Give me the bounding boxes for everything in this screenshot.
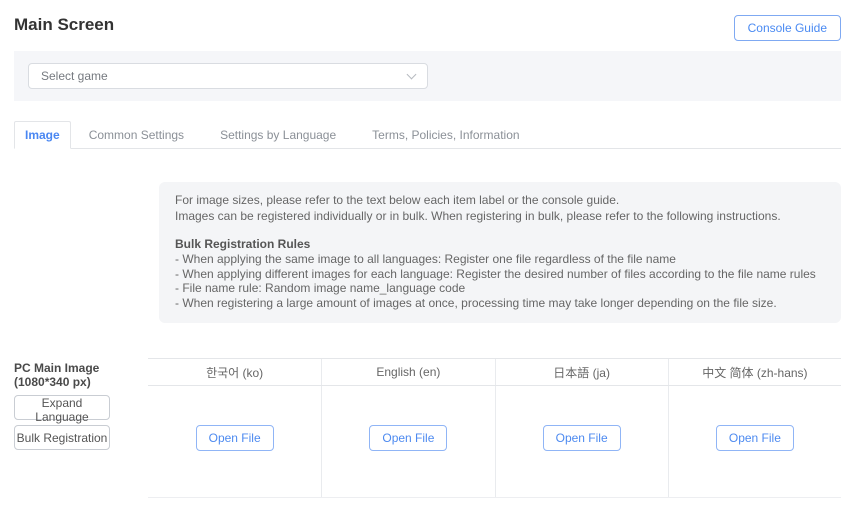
upload-cell-en: Open File	[321, 386, 494, 497]
console-guide-button[interactable]: Console Guide	[734, 15, 841, 41]
chevron-down-icon	[407, 69, 417, 79]
notice-intro: For image sizes, please refer to the tex…	[175, 192, 825, 224]
column-header-zh-hans: 中文 简体 (zh-hans)	[668, 359, 841, 385]
expand-language-button[interactable]: Expand Language	[14, 395, 110, 420]
game-select[interactable]: Select game	[28, 63, 428, 89]
tab-terms-policies-information[interactable]: Terms, Policies, Information	[354, 122, 537, 148]
notice-rule: - File name rule: Random image name_lang…	[175, 281, 825, 296]
topbar: Main Screen Console Guide	[14, 15, 841, 44]
section-label-column: PC Main Image (1080*340 px) Expand Langu…	[14, 358, 148, 498]
upload-cell-ko: Open File	[148, 386, 321, 497]
language-table: 한국어 (ko) English (en) 日本語 (ja) 中文 简体 (zh…	[148, 358, 841, 498]
page-title: Main Screen	[14, 15, 114, 35]
tab-bar: Image Common Settings Settings by Langua…	[14, 122, 841, 149]
notice-rule: - When applying the same image to all la…	[175, 252, 825, 267]
notice-rules: - When applying the same image to all la…	[175, 252, 825, 310]
column-header-en: English (en)	[321, 359, 494, 385]
open-file-button-zh-hans[interactable]: Open File	[716, 425, 794, 451]
main-screen-page: Main Screen Console Guide Select game Im…	[0, 0, 854, 509]
upload-cell-zh-hans: Open File	[668, 386, 841, 497]
tab-settings-by-language[interactable]: Settings by Language	[202, 122, 354, 148]
notice-rules-title: Bulk Registration Rules	[175, 237, 825, 252]
open-file-button-ja[interactable]: Open File	[543, 425, 621, 451]
open-file-button-en[interactable]: Open File	[369, 425, 447, 451]
open-file-button-ko[interactable]: Open File	[196, 425, 274, 451]
section-size-hint: (1080*340 px)	[14, 375, 148, 389]
notice-rule: - When applying different images for eac…	[175, 267, 825, 282]
column-header-ja: 日本語 (ja)	[495, 359, 668, 385]
tab-common-settings[interactable]: Common Settings	[71, 122, 202, 148]
tab-image[interactable]: Image	[14, 121, 71, 149]
language-table-body: Open File Open File Open File Open File	[148, 386, 841, 498]
notice-rule: - When registering a large amount of ima…	[175, 296, 825, 311]
notice-line: Images can be registered individually or…	[175, 208, 825, 224]
language-table-header: 한국어 (ko) English (en) 日本語 (ja) 中文 简体 (zh…	[148, 358, 841, 386]
game-select-value: Select game	[41, 69, 108, 83]
notice-line: For image sizes, please refer to the tex…	[175, 192, 825, 208]
notice-box: For image sizes, please refer to the tex…	[159, 182, 841, 323]
pc-main-image-section: PC Main Image (1080*340 px) Expand Langu…	[14, 358, 841, 498]
column-header-ko: 한국어 (ko)	[148, 359, 321, 385]
upload-cell-ja: Open File	[495, 386, 668, 497]
bulk-registration-button[interactable]: Bulk Registration	[14, 425, 110, 450]
section-label: PC Main Image	[14, 361, 148, 375]
game-select-panel: Select game	[14, 51, 841, 101]
